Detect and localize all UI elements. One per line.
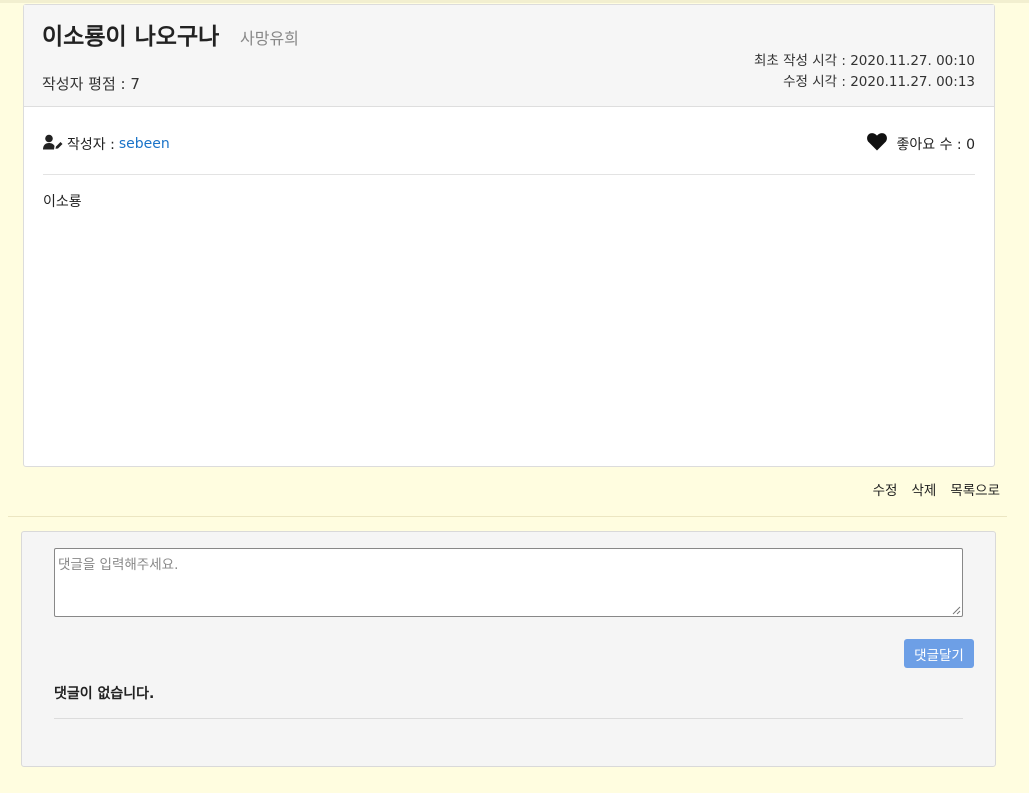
user-edit-icon [43, 134, 63, 154]
post-body: 작성자 : sebeen 좋아요 수 : 0 이소룡 [24, 107, 994, 211]
comment-section: 댓글달기 댓글이 없습니다. [21, 531, 996, 767]
comment-submit-button[interactable]: 댓글달기 [904, 639, 974, 668]
author-label: 작성자 : [67, 137, 115, 153]
comment-divider [54, 718, 963, 719]
post-timestamps: 최초 작성 시각 : 2020.11.27. 00:10 수정 시각 : 202… [754, 51, 975, 93]
top-border [0, 0, 1029, 3]
post-header: 이소룡이 나오구나 사망유희 작성자 평점 : 7 최초 작성 시각 : 202… [24, 5, 994, 107]
heart-icon[interactable] [866, 133, 887, 155]
likes-count: 좋아요 수 : 0 [896, 137, 976, 153]
post-meta: 작성자 : sebeen 좋아요 수 : 0 [43, 107, 975, 175]
created-time: 최초 작성 시각 : 2020.11.27. 00:10 [753, 53, 975, 69]
post-card: 이소룡이 나오구나 사망유희 작성자 평점 : 7 최초 작성 시각 : 202… [23, 4, 995, 467]
post-content: 이소룡 [43, 194, 82, 210]
author-info: 작성자 : sebeen [43, 134, 170, 154]
author-rating: 작성자 평점 : 7 [42, 75, 140, 93]
back-to-list-link[interactable]: 목록으로 [950, 479, 1000, 499]
post-category: 사망유희 [240, 29, 299, 48]
section-divider [8, 516, 1007, 517]
modified-time: 수정 시각 : 2020.11.27. 00:13 [783, 74, 975, 90]
delete-link[interactable]: 삭제 [911, 479, 936, 499]
post-actions: 수정 삭제 목록으로 [873, 479, 1000, 499]
author-link[interactable]: sebeen [119, 136, 170, 152]
likes-info: 좋아요 수 : 0 [866, 133, 976, 155]
comment-input[interactable] [54, 548, 963, 617]
post-title: 이소룡이 나오구나 [42, 24, 220, 50]
edit-link[interactable]: 수정 [873, 479, 898, 499]
no-comments-message: 댓글이 없습니다. [54, 686, 155, 702]
